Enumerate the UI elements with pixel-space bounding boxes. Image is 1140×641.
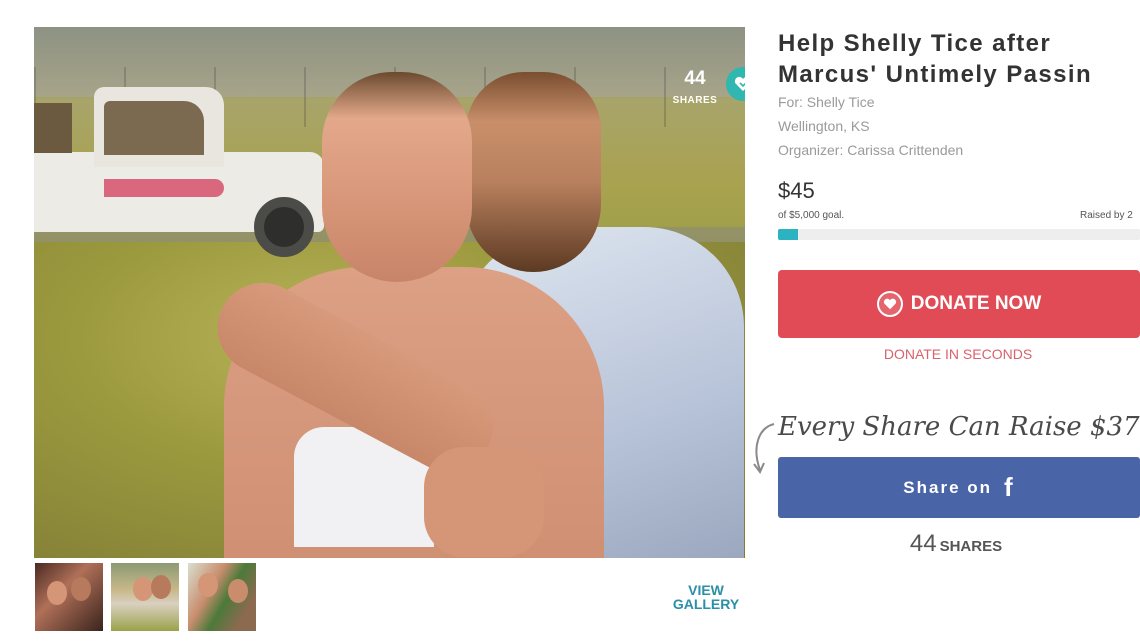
shares-count-number: 44: [909, 530, 937, 557]
gallery-thumbnail-2[interactable]: [111, 563, 179, 631]
curved-arrow-icon: [753, 423, 775, 474]
facebook-icon: f: [1004, 472, 1015, 502]
campaign-title-line-1: Help Shelly Tice after: [778, 30, 1052, 57]
share-badge[interactable]: 44 SHARES: [666, 63, 745, 113]
goal-text: of $5,000 goal.: [778, 210, 845, 221]
share-on-facebook-button[interactable]: Share on f: [778, 457, 1140, 518]
view-gallery-label-1: VIEW: [688, 582, 724, 598]
view-gallery-label-2: GALLERY: [672, 596, 740, 612]
donate-in-seconds-label: DONATE IN SECONDS: [883, 346, 1033, 362]
gofundme-heart-icon: [876, 291, 903, 317]
campaign-title: Help Shelly Tice after Marcus' Untimely …: [778, 28, 1140, 90]
gallery-thumbnail-3[interactable]: [188, 563, 256, 631]
share-badge-count: 44: [684, 68, 706, 89]
raised-by-text: Raised by 2: [1080, 210, 1133, 221]
beneficiary: For: Shelly Tice: [778, 94, 875, 110]
gofundme-heart-icon: [726, 67, 745, 101]
photo-woman: [322, 72, 472, 282]
progress-bar: [778, 229, 1140, 240]
donate-in-seconds-link[interactable]: DONATE IN SECONDS: [778, 346, 1140, 362]
photo-hands: [424, 447, 544, 557]
campaign-title-line-2: Marcus' Untimely Passin: [778, 61, 1093, 88]
location: Wellington, KS: [778, 118, 870, 134]
campaign-photo[interactable]: 44 SHARES: [34, 27, 745, 558]
shares-count-label: SHARES: [939, 538, 1003, 555]
share-badge-label: SHARES: [672, 95, 718, 106]
share-tagline: Every Share Can Raise $37: [778, 412, 1140, 442]
view-gallery-link[interactable]: VIEW GALLERY: [670, 583, 742, 611]
donate-now-button[interactable]: DONATE NOW: [778, 270, 1140, 338]
progress-fill: [778, 229, 798, 240]
donate-now-label: DONATE NOW: [910, 293, 1042, 314]
shares-count: 44 SHARES: [778, 530, 1140, 558]
organizer[interactable]: Organizer: Carissa Crittenden: [778, 142, 963, 158]
share-on-label: Share on: [903, 477, 993, 497]
gallery-thumbnail-1[interactable]: [35, 563, 103, 631]
amount-raised: $45: [778, 178, 815, 203]
photo-truck: [34, 87, 324, 257]
photo-man: [466, 72, 601, 272]
